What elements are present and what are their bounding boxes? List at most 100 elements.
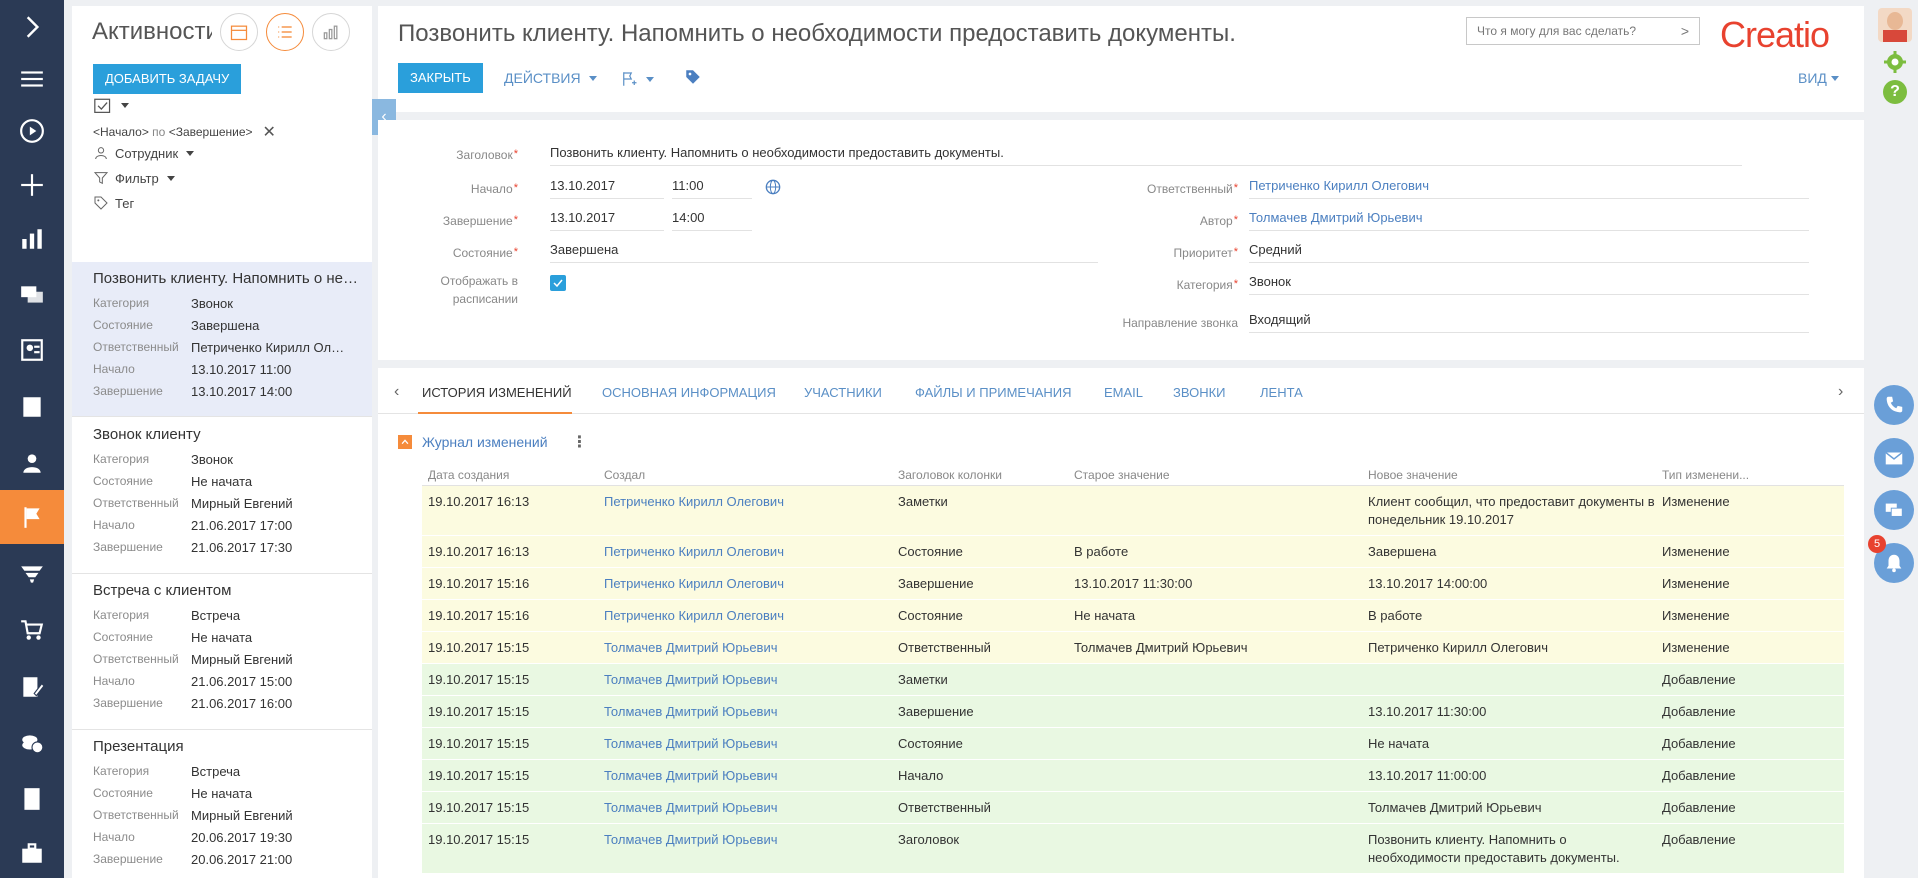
phone-button[interactable] <box>1874 385 1914 425</box>
analytics-view-button[interactable] <box>312 13 350 51</box>
chat-icon[interactable] <box>0 268 64 322</box>
card-value: Встреча <box>191 763 241 779</box>
list-view-button[interactable] <box>266 13 304 51</box>
cell-author-link[interactable]: Толмачев Дмитрий Юрьевич <box>598 792 892 823</box>
tab-main-info[interactable]: ОСНОВНАЯ ИНФОРМАЦИЯ <box>602 385 776 400</box>
play-icon[interactable] <box>0 104 64 158</box>
list-item[interactable]: Позвонить клиенту. Напомнить о необходим… <box>72 262 372 417</box>
table-row[interactable]: 19.10.2017 15:15 Толмачев Дмитрий Юрьевич… <box>422 824 1844 874</box>
chat-button[interactable] <box>1874 490 1914 530</box>
document-icon[interactable] <box>0 772 64 826</box>
email-button[interactable] <box>1874 438 1914 478</box>
list-item[interactable]: Презентация Категория Встреча Состояние Не… <box>72 730 372 878</box>
collapse-toggle[interactable] <box>398 435 412 449</box>
cell-author-link[interactable]: Петриченко Кирилл Олегович <box>598 486 892 535</box>
tag-button[interactable]: Тег <box>93 195 134 211</box>
close-button[interactable]: ЗАКРЫТЬ <box>398 63 483 93</box>
view-menu[interactable]: ВИД <box>1798 70 1839 86</box>
table-row[interactable]: 19.10.2017 15:15 Толмачев Дмитрий Юрьевич… <box>422 696 1844 728</box>
table-row[interactable]: 19.10.2017 15:16 Петриченко Кирилл Олегов… <box>422 600 1844 632</box>
list-item[interactable]: Встреча с клиентом Категория Встреча Сост… <box>72 574 372 730</box>
cell-author-link[interactable]: Толмачев Дмитрий Юрьевич <box>598 824 892 873</box>
priority-field[interactable]: Средний <box>1249 239 1809 263</box>
author-field[interactable]: Толмачев Дмитрий Юрьевич <box>1249 207 1809 231</box>
document-edit-icon[interactable] <box>0 660 64 714</box>
funnel-icon[interactable] <box>0 547 64 601</box>
column-header[interactable]: Новое значение <box>1362 464 1656 485</box>
state-field[interactable]: Завершена <box>550 239 1098 263</box>
notifications-button[interactable]: 5 <box>1868 535 1914 583</box>
contacts-icon[interactable] <box>0 323 64 377</box>
plus-icon[interactable] <box>0 158 64 212</box>
column-header[interactable]: Дата создания <box>422 464 598 485</box>
coins-icon[interactable] <box>0 716 64 770</box>
filter-button[interactable]: Фильтр <box>93 170 175 186</box>
employee-filter[interactable]: Сотрудник <box>93 145 195 161</box>
start-time-field[interactable]: 11:00 <box>672 175 752 199</box>
start-date-field[interactable]: 13.10.2017 <box>550 175 664 199</box>
column-header[interactable]: Создал <box>598 464 892 485</box>
table-row[interactable]: 19.10.2017 15:15 Толмачев Дмитрий Юрьевич… <box>422 632 1844 664</box>
globe-icon[interactable] <box>765 179 781 195</box>
calendar-view-button[interactable] <box>220 13 258 51</box>
period-filter-button[interactable] <box>93 96 129 114</box>
end-date-field[interactable]: 13.10.2017 <box>550 207 664 231</box>
cell-author-link[interactable]: Толмачев Дмитрий Юрьевич <box>598 664 892 695</box>
table-row[interactable]: 19.10.2017 15:15 Толмачев Дмитрий Юрьевич… <box>422 728 1844 760</box>
help-icon[interactable]: ? <box>1883 80 1907 104</box>
cell-author-link[interactable]: Толмачев Дмитрий Юрьевич <box>598 632 892 663</box>
column-header[interactable]: Старое значение <box>1068 464 1362 485</box>
actions-menu[interactable]: ДЕЙСТВИЯ <box>504 70 597 86</box>
command-search-input[interactable]: Что я могу для вас сделать? > <box>1466 17 1700 45</box>
tab-history[interactable]: ИСТОРИЯ ИЗМЕНЕНИЙ <box>422 385 572 400</box>
tab-feed[interactable]: ЛЕНТА <box>1260 385 1303 400</box>
table-row[interactable]: 19.10.2017 15:15 Толмачев Дмитрий Юрьевич… <box>422 760 1844 792</box>
show-in-schedule-checkbox[interactable] <box>550 275 566 291</box>
table-row[interactable]: 19.10.2017 15:16 Петриченко Кирилл Олегов… <box>422 568 1844 600</box>
chart-icon[interactable] <box>0 212 64 266</box>
add-task-button[interactable]: ДОБАВИТЬ ЗАДАЧУ <box>93 64 242 94</box>
change-log-title[interactable]: Журнал изменений <box>422 434 548 450</box>
cell-author-link[interactable]: Петриченко Кирилл Олегович <box>598 536 892 567</box>
chevron-right-icon[interactable] <box>0 0 64 54</box>
subject-field[interactable]: Позвонить клиенту. Напомнить о необходим… <box>550 142 1742 166</box>
column-header[interactable]: Заголовок колонки <box>892 464 1068 485</box>
flag-icon[interactable] <box>0 490 64 544</box>
chevron-left-icon[interactable]: ‹ <box>394 383 399 401</box>
end-time-field[interactable]: 14:00 <box>672 207 752 231</box>
cell-new-value: В работе <box>1368 608 1423 623</box>
card-label: Категория <box>93 608 150 622</box>
tab-participants[interactable]: УЧАСТНИКИ <box>804 385 882 400</box>
hamburger-icon[interactable] <box>0 52 64 106</box>
direction-field[interactable]: Входящий <box>1249 309 1809 333</box>
cell-author-link[interactable]: Петриченко Кирилл Олегович <box>598 600 892 631</box>
tab-email[interactable]: EMAIL <box>1104 385 1143 400</box>
table-row[interactable]: 19.10.2017 15:15 Толмачев Дмитрий Юрьевич… <box>422 792 1844 824</box>
person-icon[interactable] <box>0 436 64 490</box>
list-item[interactable]: Звонок клиенту Категория Звонок Состояние… <box>72 418 372 574</box>
table-row[interactable]: 19.10.2017 16:13 Петриченко Кирилл Олегов… <box>422 486 1844 536</box>
chevron-right-icon[interactable]: › <box>1838 383 1843 401</box>
tag-icon[interactable] <box>684 68 702 86</box>
cell-change-type: Добавление <box>1662 704 1736 719</box>
column-header[interactable]: Тип изменени... <box>1656 464 1844 485</box>
more-icon[interactable]: ⋮ <box>572 432 588 452</box>
close-icon[interactable]: ✕ <box>263 122 276 142</box>
table-row[interactable]: 19.10.2017 15:15 Толмачев Дмитрий Юрьевич… <box>422 664 1844 696</box>
gear-icon[interactable] <box>1883 50 1907 74</box>
avatar[interactable] <box>1878 8 1912 42</box>
tab-files[interactable]: ФАЙЛЫ И ПРИМЕЧАНИЯ <box>915 385 1072 400</box>
briefcase-icon[interactable] <box>0 826 64 878</box>
owner-field[interactable]: Петриченко Кирилл Олегович <box>1249 175 1809 199</box>
cell-author-link[interactable]: Петриченко Кирилл Олегович <box>598 568 892 599</box>
cell-author-link[interactable]: Толмачев Дмитрий Юрьевич <box>598 760 892 791</box>
process-menu[interactable] <box>620 70 654 88</box>
cart-icon[interactable] <box>0 603 64 657</box>
accounts-icon[interactable] <box>0 380 64 434</box>
cell-author-link[interactable]: Толмачев Дмитрий Юрьевич <box>598 696 892 727</box>
tab-calls[interactable]: ЗВОНКИ <box>1173 385 1226 400</box>
table-row[interactable]: 19.10.2017 16:13 Петриченко Кирилл Олегов… <box>422 536 1844 568</box>
category-field[interactable]: Звонок <box>1249 271 1809 295</box>
cell-author-link[interactable]: Толмачев Дмитрий Юрьевич <box>598 728 892 759</box>
cell-date: 19.10.2017 15:15 <box>428 704 530 719</box>
